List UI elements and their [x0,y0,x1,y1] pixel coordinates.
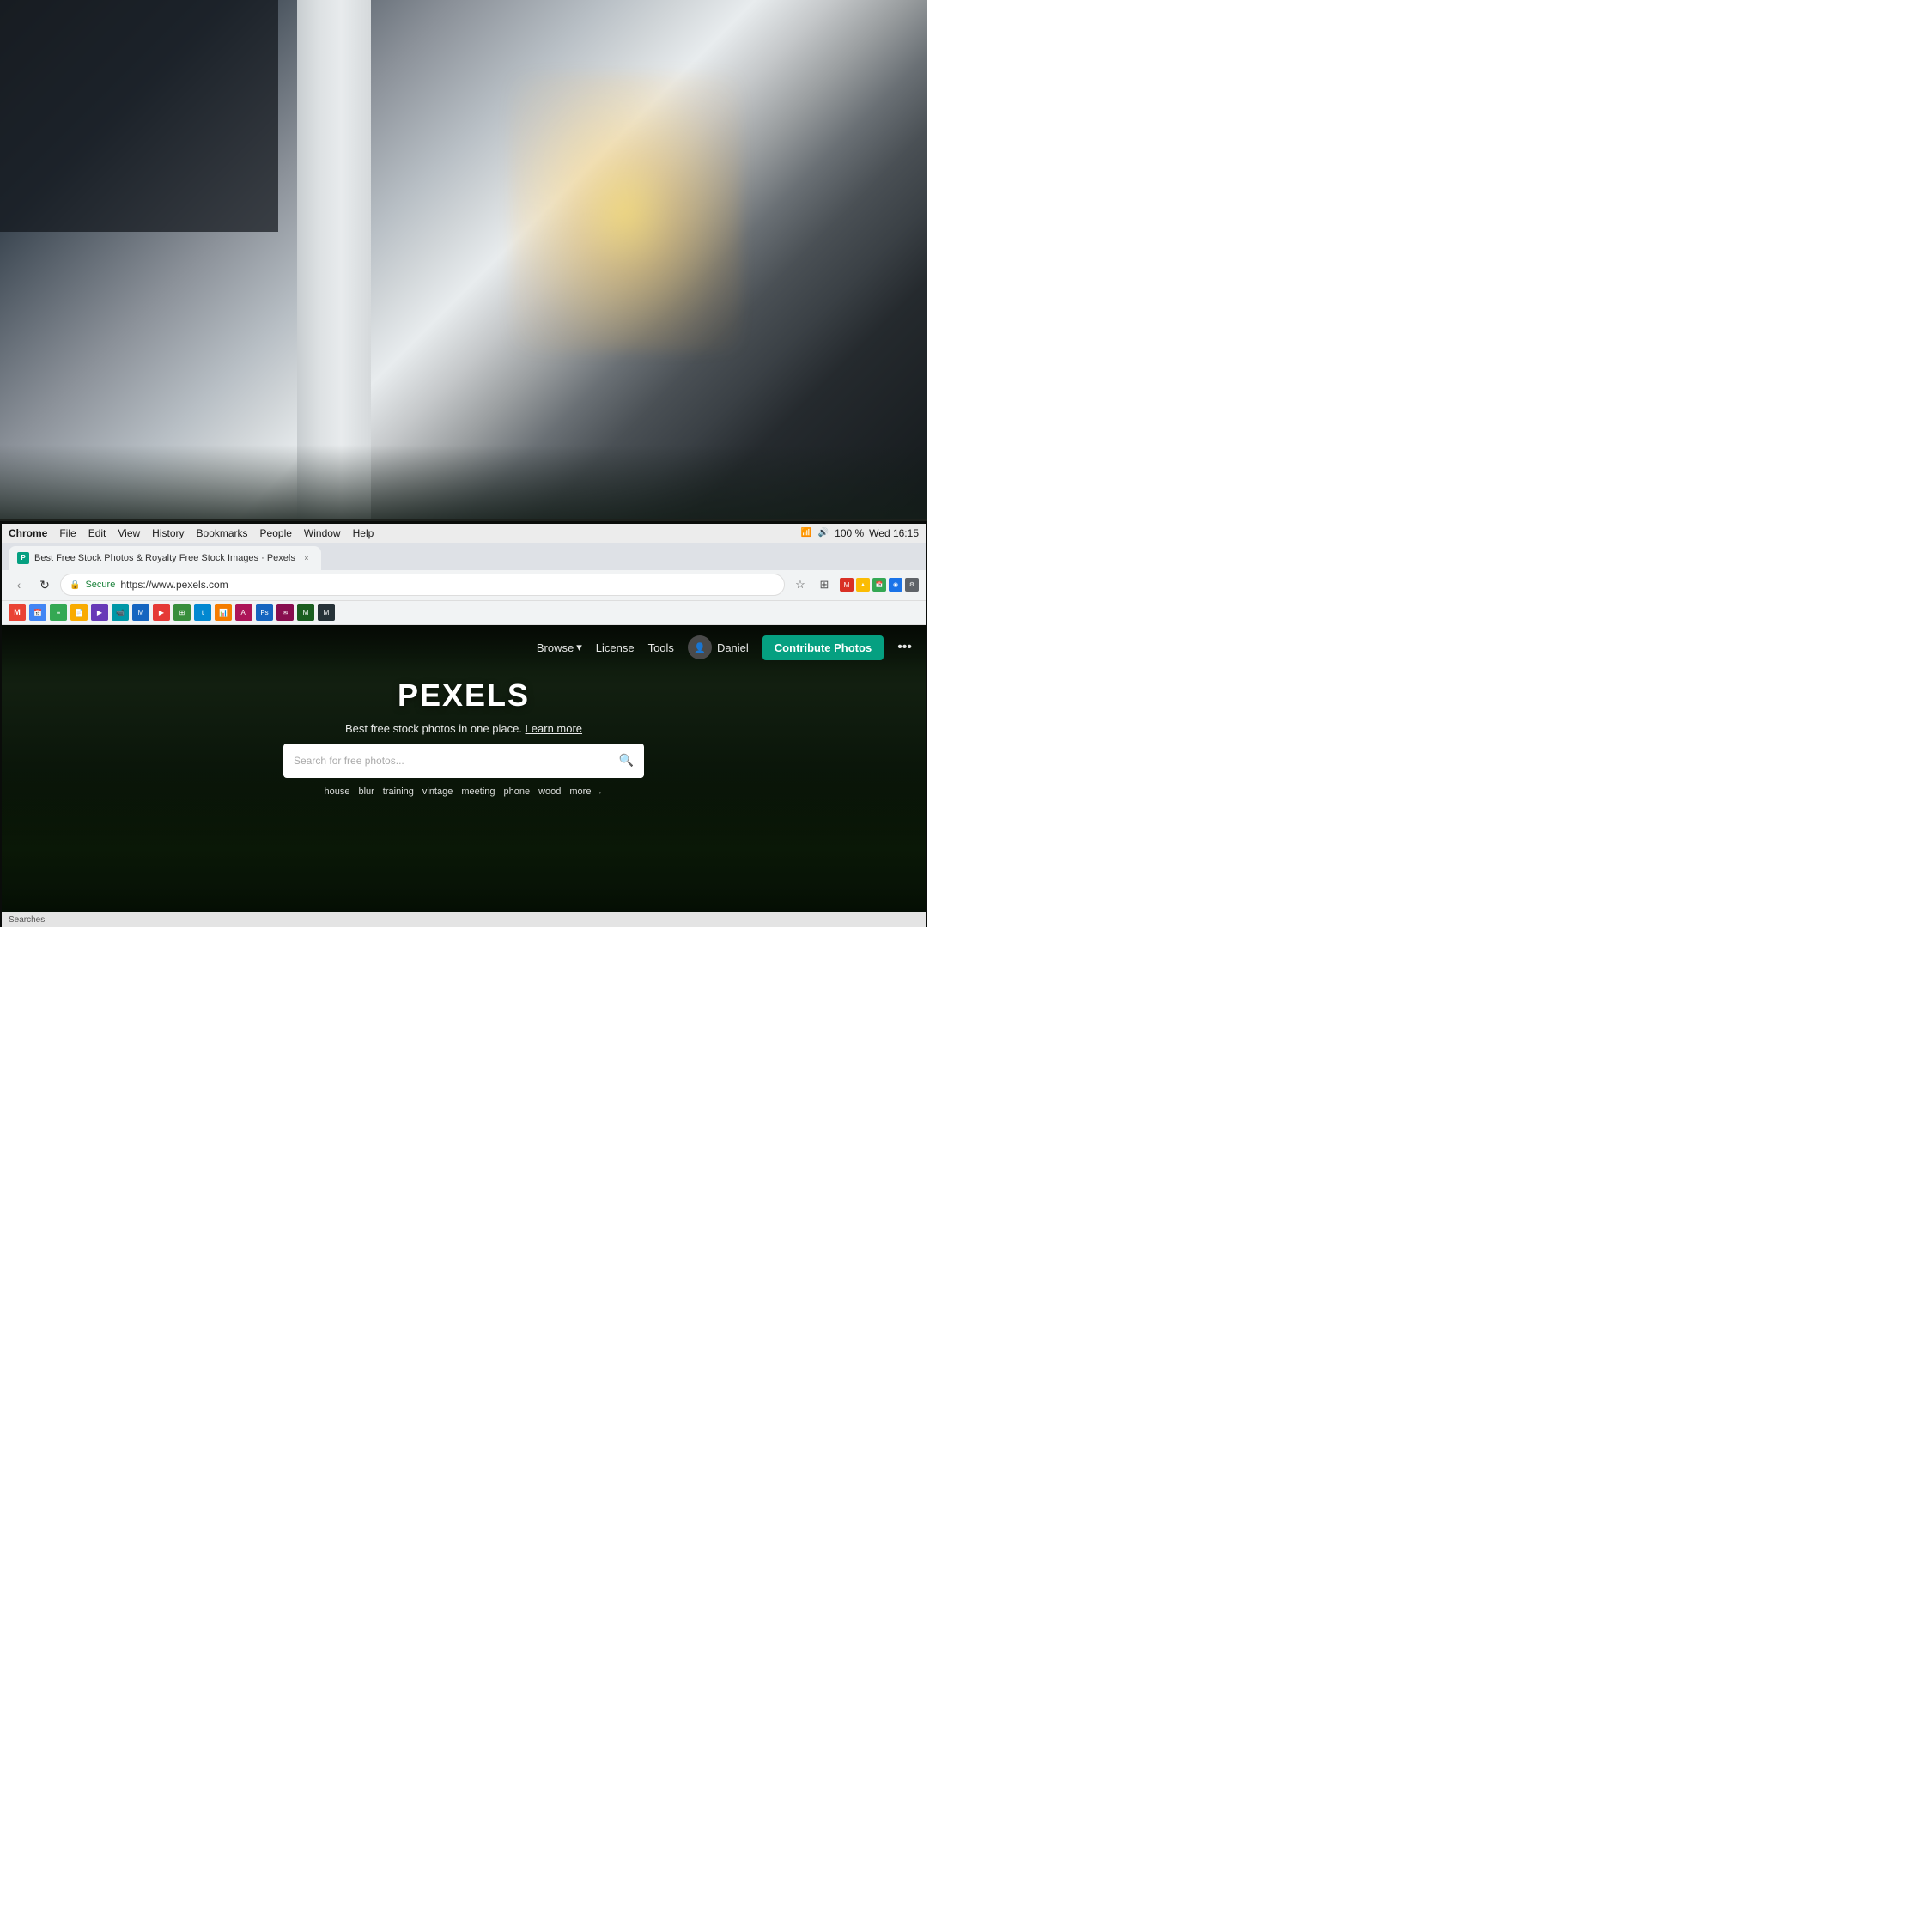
bm-analytics-icon[interactable]: 📊 [215,604,232,621]
browser-status-bar: Searches [2,912,926,927]
window-light-glow [510,74,742,352]
reload-button[interactable]: ↻ [34,574,55,595]
license-nav-link[interactable]: License [596,641,635,654]
macos-menubar: Chrome File Edit View History Bookmarks … [2,524,926,543]
volume-icon: 🔊 [817,527,829,539]
ext-gmail-icon[interactable]: M [840,578,854,592]
search-input[interactable]: Search for free photos... [294,755,612,767]
user-section: 👤 Daniel [688,635,749,659]
address-bar[interactable]: 🔒 Secure https://www.pexels.com [60,574,785,596]
menubar-view[interactable]: View [118,527,140,539]
back-button[interactable]: ‹ [9,574,29,595]
ext-chrome-icon[interactable]: ◉ [889,578,902,592]
dark-ceiling-area [0,0,278,232]
tab-favicon: P [17,552,29,564]
user-avatar[interactable]: 👤 [688,635,712,659]
bookmark-star-button[interactable]: ☆ [790,574,811,595]
tab-title: Best Free Stock Photos & Royalty Free St… [34,553,295,563]
monitor-screen: Chrome File Edit View History Bookmarks … [2,524,926,927]
secure-icon: 🔒 [70,580,80,590]
contribute-photos-button[interactable]: Contribute Photos [762,635,884,660]
menubar-history[interactable]: History [152,527,184,539]
floor-reflection [0,445,927,519]
chrome-toolbar: ‹ ↻ 🔒 Secure https://www.pexels.com ☆ ⊞ … [2,570,926,601]
browse-chevron-icon: ▾ [576,641,582,654]
chrome-tab-bar: P Best Free Stock Photos & Royalty Free … [2,543,926,570]
pexels-hero-content: PEXELS Best free stock photos in one pla… [2,671,926,797]
tag-blur[interactable]: blur [358,787,374,797]
more-options-icon[interactable]: ••• [897,640,912,655]
pexels-logo: PEXELS [398,677,530,714]
search-tags-container: house blur training vintage meeting phon… [324,787,603,797]
ext-misc-icon[interactable]: ⚙ [905,578,919,592]
bm-medium3-icon[interactable]: M [318,604,335,621]
browse-nav-link[interactable]: Browse ▾ [537,641,582,654]
url-text[interactable]: https://www.pexels.com [120,579,228,591]
menubar-help[interactable]: Help [353,527,374,539]
active-tab[interactable]: P Best Free Stock Photos & Royalty Free … [9,546,321,570]
ext-calendar-icon[interactable]: 📅 [872,578,886,592]
bm-meet-icon[interactable]: 📹 [112,604,129,621]
bm-yt-icon[interactable]: ▶ [153,604,170,621]
pexels-website: Browse ▾ License Tools 👤 Daniel Contribu… [2,625,926,927]
menubar-left-section: Chrome File Edit View History Bookmarks … [9,527,800,539]
wifi-icon: 📶 [800,527,812,539]
bm-docs-icon[interactable]: 📄 [70,604,88,621]
tag-vintage[interactable]: vintage [422,787,453,797]
pexels-search-box[interactable]: Search for free photos... 🔍 [283,744,644,778]
monitor-bezel: Chrome File Edit View History Bookmarks … [0,519,927,927]
toolbar-icons-right: ☆ ⊞ [790,574,835,595]
clock-display: Wed 16:15 [869,527,919,539]
menubar-app-name[interactable]: Chrome [9,527,47,539]
bm-medium-icon[interactable]: M [132,604,149,621]
tag-more[interactable]: more → [569,787,603,797]
menubar-people[interactable]: People [260,527,292,539]
chrome-browser: P Best Free Stock Photos & Royalty Free … [2,543,926,927]
learn-more-link[interactable]: Learn more [526,722,582,735]
tools-nav-link[interactable]: Tools [648,641,674,654]
extension-icons: M ▲ 📅 ◉ ⚙ [840,578,919,592]
tag-wood[interactable]: wood [538,787,561,797]
menubar-edit[interactable]: Edit [88,527,106,539]
bookmarks-bar: M 📅 ≡ 📄 ▶ 📹 M ▶ ⊞ t 📊 Ai Ps ✉ M M [2,601,926,625]
bm-medium2-icon[interactable]: M [297,604,314,621]
bm-sheets-icon[interactable]: ≡ [50,604,67,621]
pexels-tagline: Best free stock photos in one place. Lea… [345,722,582,735]
bm-mail-icon[interactable]: ✉ [276,604,294,621]
menubar-bookmarks[interactable]: Bookmarks [197,527,248,539]
bm-adobe2-icon[interactable]: Ps [256,604,273,621]
bm-calendar-icon[interactable]: 📅 [29,604,46,621]
pexels-header-nav: Browse ▾ License Tools 👤 Daniel Contribu… [2,625,926,671]
bm-gmail-icon[interactable]: M [9,604,26,621]
secure-label: Secure [85,580,115,590]
menubar-window[interactable]: Window [304,527,341,539]
tab-close-button[interactable]: × [301,552,313,564]
menubar-file[interactable]: File [59,527,76,539]
bm-sheets2-icon[interactable]: ⊞ [173,604,191,621]
ext-drive-icon[interactable]: ▲ [856,578,870,592]
user-name-label[interactable]: Daniel [717,641,749,654]
bm-slides-icon[interactable]: ▶ [91,604,108,621]
search-icon[interactable]: 🔍 [619,753,634,768]
battery-percent: 100 % [835,527,864,539]
tag-training[interactable]: training [383,787,414,797]
tag-phone[interactable]: phone [504,787,531,797]
status-text: Searches [9,915,45,925]
bm-adobe-icon[interactable]: Ai [235,604,252,621]
bm-twitter-icon[interactable]: t [194,604,211,621]
extensions-button[interactable]: ⊞ [814,574,835,595]
tag-meeting[interactable]: meeting [461,787,495,797]
menubar-right-section: 📶 🔊 100 % Wed 16:15 [800,527,919,539]
tag-house[interactable]: house [324,787,349,797]
